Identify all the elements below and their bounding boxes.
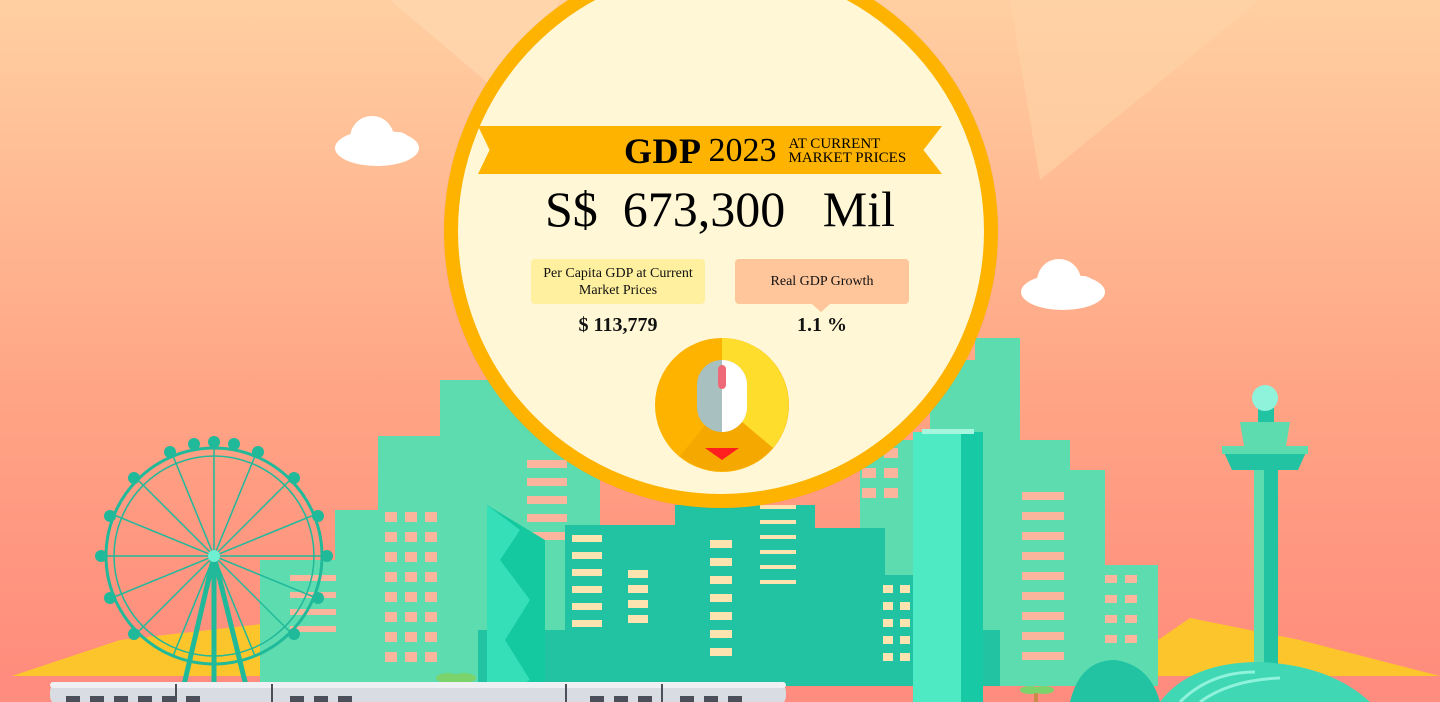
ribbon-title: GDP 2023 At current market prices (624, 130, 906, 172)
mouse-scroll-icon (655, 338, 789, 472)
growth-label-pointer (812, 304, 830, 312)
real-gdp-growth-label: Real GDP Growth (735, 259, 909, 304)
gdp-total-value: S$ 673,300 Mil (544, 181, 896, 237)
ribbon-title-gdp: GDP (624, 131, 702, 171)
ribbon-title-year: 2023 (708, 132, 777, 169)
real-gdp-growth-value: 1.1 % (797, 314, 847, 336)
train (50, 682, 786, 702)
ribbon-price-basis: At current market prices (788, 137, 907, 166)
glass-tower (913, 429, 983, 702)
per-capita-gdp-label: Per Capita GDP at Current Market Prices (531, 259, 705, 304)
scroll-down-button[interactable] (655, 338, 789, 472)
ribbon-note-line2: market prices (788, 150, 907, 166)
per-capita-gdp-value: $ 113,779 (578, 314, 658, 336)
